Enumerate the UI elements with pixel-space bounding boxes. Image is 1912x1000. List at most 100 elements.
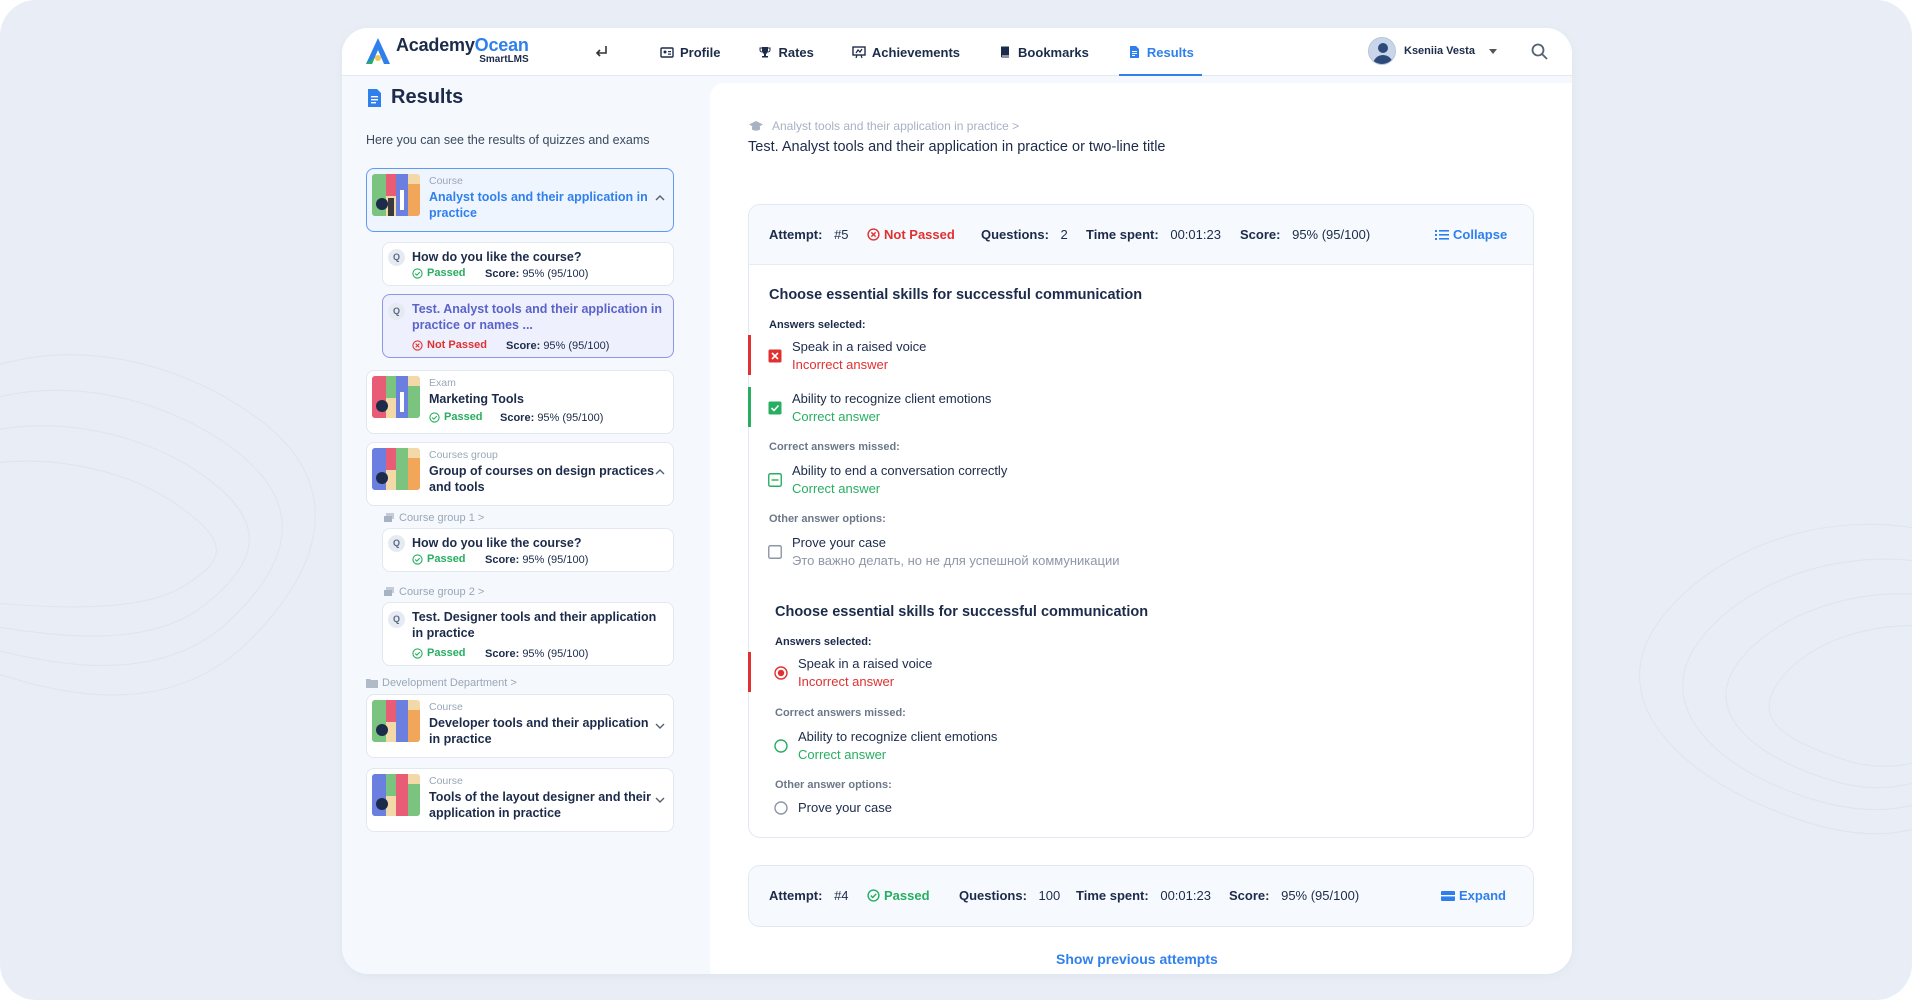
document-icon [1129,46,1139,58]
return-icon[interactable] [592,42,612,62]
answer-text: Ability to end a conversation correctly [792,463,1008,478]
page-background: AcademyOcean SmartLMS Profile Rates Achi… [0,0,1912,1000]
status-badge: Passed [429,411,483,423]
time-value: 00:01:23 [1160,888,1211,903]
radio-empty-icon [774,801,788,815]
trophy-icon [759,47,771,58]
attempt-number: Attempt: #5 [769,227,849,242]
check-circle-icon [412,553,423,565]
course-thumbnail [372,700,420,742]
correct-marker [748,387,751,427]
status-text: Passed [427,267,466,279]
list-icon [1435,229,1449,240]
attempt-score: Score: 95% (95/100) [1240,227,1370,242]
questions-count: Questions: 100 [959,888,1060,903]
questions-value: 100 [1038,888,1061,903]
attempt-score: Score: 95% (95/100) [1229,888,1359,903]
answer-text: Prove your case [798,800,892,815]
exam-card[interactable]: Exam Marketing Tools Passed Score: 95% (… [366,370,674,434]
exam-score: Score: 95% (95/100) [500,412,603,424]
main-nav: Profile Rates Achievements Bookmarks Res… [652,28,1224,76]
radio-missed-icon [774,739,788,753]
time-value: 00:01:23 [1170,227,1221,242]
answer-text: Speak in a raised voice [792,339,927,354]
quiz-title: How do you like the course? [412,536,582,550]
results-heading: Results [366,86,463,109]
quiz-card[interactable]: Q Test. Designer tools and their applica… [382,602,674,666]
nav-rates[interactable]: Rates [750,28,821,76]
section-label: Answers selected: [775,636,872,648]
chevron-up-icon[interactable] [655,193,665,203]
document-icon [368,88,381,107]
check-circle-icon [412,647,423,659]
test-title: Test. Analyst tools and their applicatio… [748,139,1166,155]
card-title-line1: Developer tools and their application [429,716,649,730]
quiz-card[interactable]: Q Test. Analyst tools and their applicat… [382,294,674,358]
breadcrumb[interactable]: Course group 2 > [384,586,484,598]
breadcrumb-text: Course group 2 > [399,586,485,598]
quiz-card[interactable]: Q How do you like the course? Passed Sco… [382,242,674,286]
course-card[interactable]: Course Analyst tools and their applicati… [366,168,674,232]
quiz-card[interactable]: Q How do you like the course? Passed Sco… [382,528,674,572]
answer-note: Incorrect answer [792,357,889,372]
quiz-score: Score: 95% (95/100) [485,554,588,566]
logo[interactable]: AcademyOcean SmartLMS [364,36,529,66]
expand-icon [1441,890,1455,901]
group-thumbnail [372,448,420,490]
logo-academy: Academy [396,35,475,55]
nav-profile[interactable]: Profile [652,28,728,76]
chevron-down-icon[interactable] [655,721,665,731]
breadcrumb[interactable]: Course group 1 > [384,512,484,524]
breadcrumb[interactable]: Analyst tools and their application in p… [748,119,1019,133]
show-previous-attempts-link[interactable]: Show previous attempts [1056,951,1218,967]
checkbox-incorrect-icon [768,349,782,363]
questions-value: 2 [1060,227,1068,242]
collapse-button[interactable]: Collapse [1435,227,1507,242]
nav-results[interactable]: Results [1118,28,1202,76]
checkbox-missed-icon [768,473,782,487]
course-card[interactable]: Course Developer tools and their applica… [366,694,674,758]
nav-bookmarks-label: Bookmarks [1018,44,1089,60]
nav-achievements[interactable]: Achievements [844,28,968,76]
incorrect-marker [748,335,751,375]
attempt-label: Attempt: [769,888,823,903]
score-value: 95% (95/100) [522,268,589,280]
quiz-badge: Q [388,611,405,628]
chevron-down-icon [1488,48,1497,54]
quiz-title-line2: in practice [412,626,475,640]
user-menu[interactable]: Kseniia Vesta [1368,37,1497,65]
quiz-score: Score: 95% (95/100) [506,340,609,352]
radio-incorrect-icon [774,666,788,680]
questions-label: Questions: [981,227,1049,242]
section-label: Other answer options: [769,513,886,525]
page-title: Results [391,86,464,108]
section-label: Other answer options: [775,779,892,791]
status-text: Passed [427,647,466,659]
results-detail: Analyst tools and their application in p… [710,83,1572,974]
score-label: Score: [506,340,541,352]
section-label: Correct answers missed: [775,707,906,719]
chevron-down-icon[interactable] [655,795,665,805]
breadcrumb[interactable]: Development Department > [366,677,517,689]
nav-bookmarks[interactable]: Bookmarks [990,28,1097,76]
logo-smart: Smart [479,54,508,65]
book-icon [1001,46,1010,58]
search-icon[interactable] [1530,42,1550,62]
results-sidebar: Results Here you can see the results of … [342,76,710,974]
attempt-panel: Attempt: #5 Not Passed Questions: 2 Time… [748,204,1534,838]
card-title-line2: and tools [429,480,485,494]
status-badge: Passed [412,267,466,279]
chevron-up-icon[interactable] [655,467,665,477]
expand-button[interactable]: Expand [1441,888,1506,903]
check-circle-icon [412,267,423,279]
score-label: Score: [1240,227,1281,242]
card-category: Courses group [429,449,498,461]
quiz-title-line2: practice or names ... [412,318,533,332]
score-value: 95% (95/100) [537,412,604,424]
incorrect-marker [748,652,751,692]
status-badge: Passed [867,888,930,903]
courses-group-card[interactable]: Courses group Group of courses on design… [366,442,674,506]
card-category: Course [429,175,463,187]
exam-thumbnail [372,376,420,418]
course-card[interactable]: Course Tools of the layout designer and … [366,768,674,832]
